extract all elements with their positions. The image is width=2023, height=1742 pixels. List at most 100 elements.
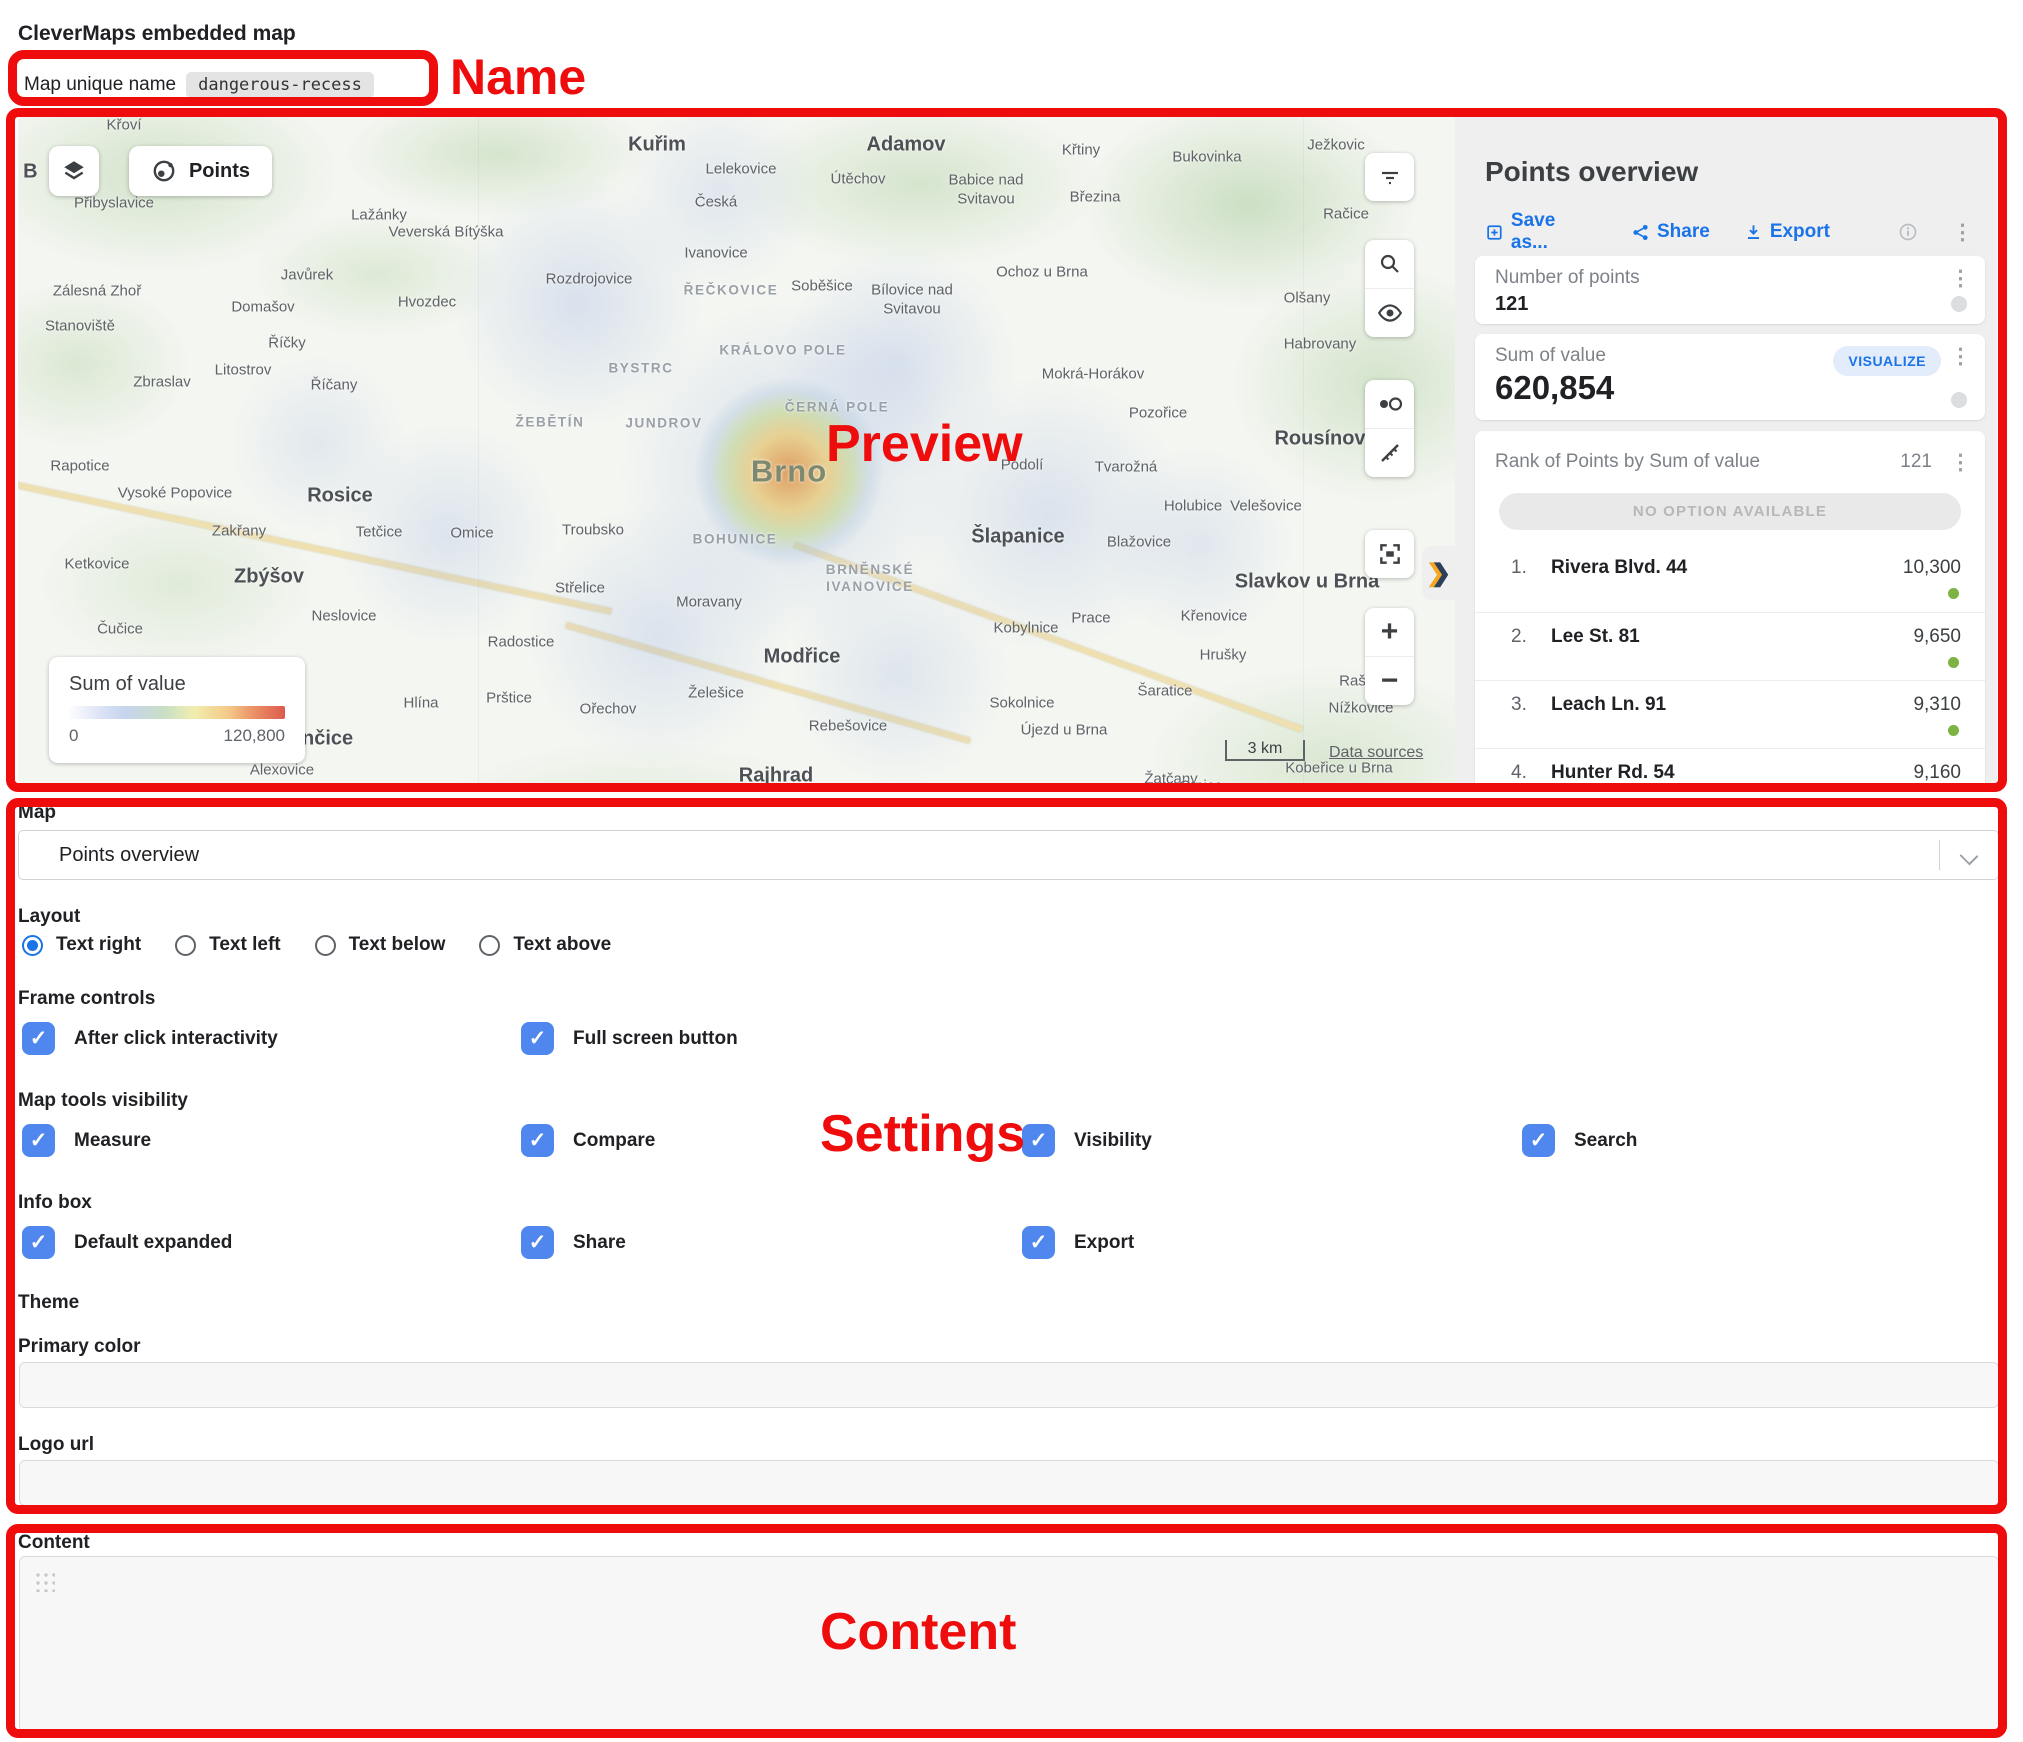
radio-button[interactable] [22,935,43,956]
radio-text-right[interactable]: Text right [22,934,141,956]
checkbox-label: Full screen button [573,1028,738,1050]
panel-kebab-icon[interactable]: ⋮ [1952,222,1973,243]
rank-row[interactable]: 1.Rivera Blvd. 4410,300 [1475,544,1985,612]
zoom-out-button[interactable]: − [1365,656,1414,705]
checkbox-default-expanded[interactable]: ✓ Default expanded [22,1226,521,1259]
map-preview[interactable]: á BKřovíKuřimAdamovLelekoviceÚtěchovBabi… [18,114,1455,786]
checkbox[interactable]: ✓ [1022,1226,1055,1259]
map-label-e-kovice: ŘEČKOVICE [684,283,779,300]
checkbox-share[interactable]: ✓Share [521,1226,1022,1259]
checkbox-visibility[interactable]: ✓ Visibility [1022,1124,1522,1157]
fullscreen-button[interactable] [1365,530,1414,578]
visualize-badge[interactable]: VISUALIZE [1833,346,1941,376]
drag-handle-icon[interactable] [34,1571,55,1592]
map-label-zbraslav: Zbraslav [133,374,191,393]
rank-card: Rank of Points by Sum of value 121 ⋮ NO … [1475,431,1985,786]
legend-min: 0 [69,726,78,746]
checkbox[interactable]: ✓ [1022,1124,1055,1157]
radio-button[interactable] [479,935,500,956]
checkbox-export[interactable]: ✓Export [1022,1226,1522,1259]
checkbox[interactable]: ✓ [1522,1124,1555,1157]
points-layer-button[interactable]: Points [129,146,272,196]
map-select[interactable]: Points overview [18,830,1999,880]
map-label-bohunice: BOHUNICE [693,532,778,549]
checkbox-search[interactable]: ✓ Search [1522,1124,1942,1157]
panel-collapse-tab[interactable]: ❯ ❯ [1422,546,1455,600]
map-label-hru-ky: Hrušky [1200,647,1247,666]
card-kebab-icon[interactable]: ⋮ [1950,346,1971,367]
card-kebab-icon[interactable]: ⋮ [1950,268,1971,289]
map-label-hvozdec: Hvozdec [398,294,456,313]
no-option-pill: NO OPTION AVAILABLE [1499,493,1961,530]
measure-tool-button[interactable] [1365,428,1414,477]
radio-button[interactable] [315,935,336,956]
map-legend: Sum of value 0 120,800 [49,657,305,763]
export-icon [1744,223,1763,242]
indicator-card-sum-of-value[interactable]: Sum of value 620,854 VISUALIZE ⋮ [1475,334,1985,420]
map-label-holubice: Holubice [1164,498,1222,517]
zoom-in-button[interactable]: + [1365,608,1414,656]
radio-text-above[interactable]: Text above [479,934,611,956]
radio-text-below[interactable]: Text below [315,934,446,956]
map-label-rozdrojovice: Rozdrojovice [546,271,633,290]
filter-tool-button[interactable] [1365,153,1414,201]
rank-header: Rank of Points by Sum of value 121 ⋮ [1475,431,1985,485]
checkbox-compare[interactable]: ✓Compare [521,1124,1022,1157]
map-label-adamov: Adamov [867,133,946,158]
rank-row[interactable]: 4.Hunter Rd. 549,160 [1475,748,1985,786]
rank-row[interactable]: 3.Leach Ln. 919,310 [1475,680,1985,748]
map-label-mod-ice: Modřice [764,645,841,670]
checkbox[interactable]: ✓ [521,1226,554,1259]
share-button[interactable]: Share [1631,221,1710,243]
rank-row[interactable]: 2.Lee St. 819,650 [1475,612,1985,680]
radio-button[interactable] [175,935,196,956]
checkbox[interactable]: ✓ [521,1022,554,1055]
compare-measure-group [1365,380,1414,477]
checkbox-measure[interactable]: ✓Measure [22,1124,521,1157]
rank-kebab-icon[interactable]: ⋮ [1950,452,1971,473]
radio-text-left[interactable]: Text left [175,934,280,956]
chevron-down-icon[interactable] [1960,847,1979,866]
map-unique-name-value[interactable]: dangerous-recess [186,72,374,98]
frame-controls-group: ✓After click interactivity✓ Full screen b… [22,1022,1942,1055]
rank-number: 4. [1511,762,1551,784]
indicator-card-number-of-points[interactable]: Number of points 121 ⋮ [1475,256,1985,324]
rank-number: 2. [1511,626,1551,648]
info-icon[interactable] [1898,222,1918,242]
checkbox-label: Visibility [1074,1130,1152,1152]
frame-controls-label: Frame controls [18,988,155,1010]
rank-value: 10,300 [1903,557,1961,579]
layers-button[interactable] [49,146,99,196]
card-label: Number of points [1495,267,1965,289]
checkbox-label: Default expanded [74,1232,232,1254]
map-label-brn-nsk-ivanovice: BRNĚNSKÉ IVANOVICE [826,562,915,596]
logo-url-input[interactable] [19,1460,1999,1506]
content-editor[interactable] [19,1556,1999,1736]
map-label-aratice: Šaratice [1137,683,1192,702]
search-icon [1378,252,1402,276]
save-as-button[interactable]: Save as... [1485,210,1597,254]
map-label-je-kovic: Ježkovic [1307,137,1365,156]
map-search-button[interactable] [1365,240,1414,288]
checkbox[interactable]: ✓ [22,1226,55,1259]
card-status-dot [1951,392,1967,408]
checkbox-after-click-interactivity[interactable]: ✓After click interactivity [22,1022,521,1055]
map-label-z-lesn-zho: Zálesná Zhoř [53,283,141,302]
checkbox[interactable]: ✓ [22,1022,55,1055]
map-label-babice-nad-svitavou: Babice nad Svitavou [948,171,1023,209]
data-sources-link[interactable]: Data sources [1329,744,1423,762]
map-label-hl-na: Hlína [403,695,438,714]
checkbox[interactable]: ✓ [521,1124,554,1157]
checkbox[interactable]: ✓ [22,1124,55,1157]
visibility-tool-button[interactable] [1365,288,1414,337]
theme-section-label: Theme [18,1292,79,1314]
checkbox-label: Search [1574,1130,1637,1152]
compare-tool-button[interactable] [1365,380,1414,428]
export-button[interactable]: Export [1744,221,1830,243]
rank-value: 9,160 [1913,762,1961,784]
checkbox-full-screen-button[interactable]: ✓ Full screen button [521,1022,1022,1055]
radio-label: Text above [513,934,611,956]
primary-color-input[interactable] [19,1362,1999,1408]
map-label-zak-any: Zakřany [212,523,266,542]
rank-name: Rivera Blvd. 44 [1551,557,1687,578]
